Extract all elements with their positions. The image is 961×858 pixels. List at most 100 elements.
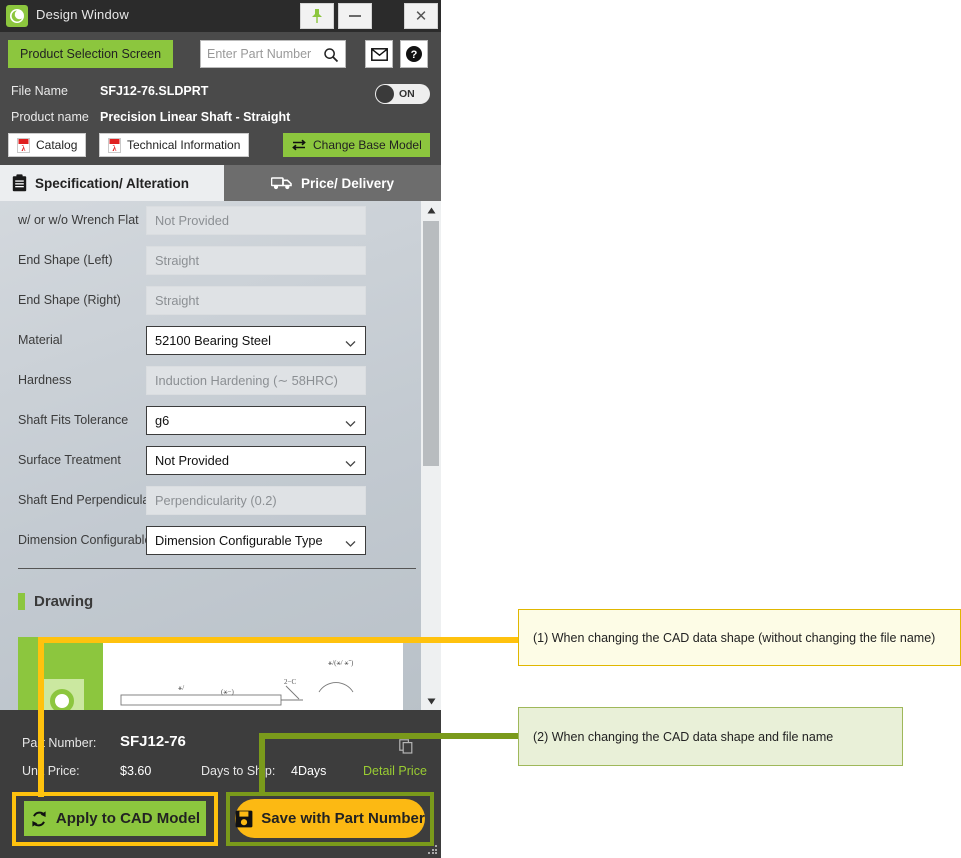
svg-text:λ: λ [113,144,117,153]
callout-1: (1) When changing the CAD data shape (wi… [518,609,961,666]
truck-icon [270,177,292,190]
mail-button[interactable] [365,40,393,68]
drawing-ring-badge [40,679,84,710]
floppy-save-icon [235,810,253,827]
drawing-section-header: Drawing [18,593,93,610]
field-label: Hardness [18,373,72,387]
field-select-material[interactable]: 52100 Bearing Steel [146,326,366,355]
product-info-panel: File Name SFJ12-76.SLDPRT Product name P… [0,76,441,165]
field-select-shaft-fits-tolerance[interactable]: g6 [146,406,366,435]
section-accent-bar [18,593,25,610]
product-name-label: Product name [11,110,89,124]
part-number-label: Part Number: [22,736,97,750]
product-name-value: Precision Linear Shaft - Straight [100,110,291,124]
drawing-preview[interactable]: ⚹/ (⚹−) 2−C ⚹/(⚹/ ⚹⁻) [18,637,403,710]
field-surface-treatment: Surface Treatment Not Provided [0,441,421,481]
part-number-value: SFJ12-76 [120,733,186,750]
close-icon: ✕ [414,7,428,25]
file-name-value: SFJ12-76.SLDPRT [100,84,209,98]
tab-price-delivery-label: Price/ Delivery [300,175,395,191]
section-divider [18,568,416,569]
product-selection-screen-button[interactable]: Product Selection Screen [8,40,174,68]
shaft-technical-drawing: ⚹/ (⚹−) 2−C ⚹/(⚹/ ⚹⁻) [120,659,354,706]
misumi-c-logo-icon [6,5,28,27]
minimize-icon [349,15,361,17]
save-with-part-number-button[interactable]: Save with Part Number [235,799,425,838]
field-label: Dimension Configurable Type [18,533,148,547]
on-off-toggle[interactable]: ON [375,84,430,104]
scroll-down-button[interactable] [421,692,441,710]
pin-window-button[interactable] [300,3,334,29]
search-box[interactable] [200,40,346,68]
help-button[interactable]: ? [400,40,428,68]
chevron-down-icon [345,336,356,351]
field-value-readonly: Straight [146,286,366,315]
pdf-icon: λ [108,137,121,153]
help-icon: ? [406,46,422,62]
search-input[interactable] [207,47,319,61]
apply-to-cad-model-button[interactable]: Apply to CAD Model [22,799,208,838]
pdf-icon: λ [17,137,30,153]
minimize-window-button[interactable] [338,3,372,29]
search-icon[interactable] [323,47,339,68]
mail-icon [370,47,388,61]
technical-information-label: Technical Information [127,138,241,152]
close-window-button[interactable]: ✕ [404,3,438,29]
catalog-label: Catalog [36,138,78,152]
tab-specification-label: Specification/ Alteration [35,175,190,191]
unit-price-label: Unit Price: [22,764,80,778]
top-toolbar: Product Selection Screen Enter Part Numb… [0,32,441,76]
callout-2: (2) When changing the CAD data shape and… [518,707,903,766]
field-value-readonly: Perpendicularity (0.2) [146,486,366,515]
svg-text:2−C: 2−C [284,678,296,686]
design-window: Design Window ✕ Product Selection Screen [0,0,441,858]
field-label: End Shape (Right) [18,293,121,307]
field-wrench-flat: w/ or w/o Wrench Flat Not Provided [0,201,421,241]
svg-text:⚹/: ⚹/ [178,684,184,692]
file-name-label: File Name [11,84,68,98]
copy-icon [399,739,413,754]
detail-price-link[interactable]: Detail Price [363,764,427,778]
refresh-cycle-icon [32,810,46,827]
field-label: w/ or w/o Wrench Flat [18,213,139,227]
scroll-up-icon [427,207,435,213]
field-value-readonly: Straight [146,246,366,275]
field-select-dimension-configurable-type[interactable]: Dimension Configurable Type [146,526,366,555]
field-value: g6 [155,413,170,428]
drawing-green-overlay [18,637,103,710]
spec-scrollbar[interactable] [421,201,441,710]
technical-information-button[interactable]: λ Technical Information [99,133,250,157]
field-label: End Shape (Left) [18,253,113,267]
field-end-shape-right: End Shape (Right) Straight [0,281,421,321]
pushpin-icon [312,9,322,23]
clipboard-icon [12,174,27,192]
scroll-up-button[interactable] [421,201,441,219]
window-title: Design Window [36,7,129,22]
copy-button[interactable] [399,739,413,759]
tab-price-delivery[interactable]: Price/ Delivery [224,165,441,201]
change-base-model-button[interactable]: Change Base Model [283,133,430,157]
svg-text:⚹/(⚹/ ⚹⁻): ⚹/(⚹/ ⚹⁻) [328,659,354,667]
field-label: Material [18,333,63,347]
resize-grip[interactable] [428,845,438,855]
toggle-state-label: ON [399,88,415,100]
field-select-surface-treatment[interactable]: Not Provided [146,446,366,475]
drawing-section-title: Drawing [34,593,94,610]
tab-specification-alteration[interactable]: Specification/ Alteration [0,165,224,201]
field-label: Shaft End Perpendicularity [18,493,148,507]
field-value-readonly: Induction Hardening (∼ 58HRC) [146,366,366,395]
field-hardness: Hardness Induction Hardening (∼ 58HRC) [0,361,421,401]
field-shaft-fits-tolerance: Shaft Fits Tolerance g6 [0,401,421,441]
change-base-model-label: Change Base Model [313,138,422,152]
days-to-ship-label: Days to Ship: [201,764,276,778]
apply-to-cad-model-label: Apply to CAD Model [55,810,201,827]
catalog-button[interactable]: λ Catalog [8,133,87,157]
svg-text:?: ? [411,49,418,61]
field-label: Shaft Fits Tolerance [18,413,129,427]
field-material: Material 52100 Bearing Steel [0,321,421,361]
field-shaft-end-perpendicularity: Shaft End Perpendicularity Perpendicular… [0,481,421,521]
svg-text:λ: λ [22,144,26,153]
scrollbar-thumb[interactable] [423,221,439,466]
field-label: Surface Treatment [18,453,121,467]
chevron-down-icon [345,456,356,471]
